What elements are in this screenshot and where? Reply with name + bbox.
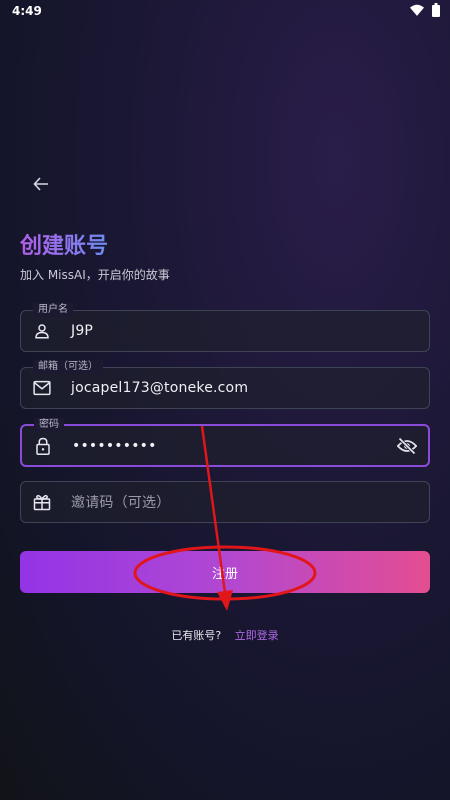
username-value: J9P xyxy=(71,323,94,339)
login-row: 已有账号? 立即登录 xyxy=(0,627,450,643)
email-value: jocapel173@toneke.com xyxy=(71,380,249,396)
back-arrow-icon xyxy=(33,176,49,196)
password-value: •••••••••• xyxy=(72,437,157,454)
gift-icon xyxy=(31,491,53,513)
mail-icon xyxy=(31,377,53,399)
login-prompt: 已有账号? xyxy=(171,629,222,642)
lock-icon xyxy=(32,435,54,457)
username-field[interactable]: 用户名 J9P xyxy=(20,303,430,352)
register-button[interactable]: 注册 xyxy=(20,551,430,593)
page-subtitle: 加入 MissAI，开启你的故事 xyxy=(20,268,170,282)
page-title: 创建账号 xyxy=(20,228,108,260)
person-icon xyxy=(31,320,53,342)
status-time: 4:49 xyxy=(12,4,42,18)
invite-code-placeholder: 邀请码（可选） xyxy=(71,495,171,511)
battery-icon xyxy=(432,2,440,20)
eye-off-icon[interactable] xyxy=(396,435,418,457)
login-link[interactable]: 立即登录 xyxy=(235,629,279,642)
email-label: 邮箱（可选） xyxy=(33,360,103,374)
username-label: 用户名 xyxy=(33,303,73,317)
annotation-arrow-head xyxy=(217,590,233,611)
invite-code-field[interactable]: 邀请码（可选） xyxy=(20,481,430,523)
status-icons xyxy=(410,2,440,20)
back-button[interactable] xyxy=(30,175,52,197)
email-field[interactable]: 邮箱（可选） jocapel173@toneke.com xyxy=(20,360,430,409)
status-bar: 4:49 xyxy=(0,0,450,22)
wifi-icon xyxy=(410,4,424,19)
password-field[interactable]: 密码 •••••••••• xyxy=(20,418,430,467)
password-label: 密码 xyxy=(34,418,64,432)
